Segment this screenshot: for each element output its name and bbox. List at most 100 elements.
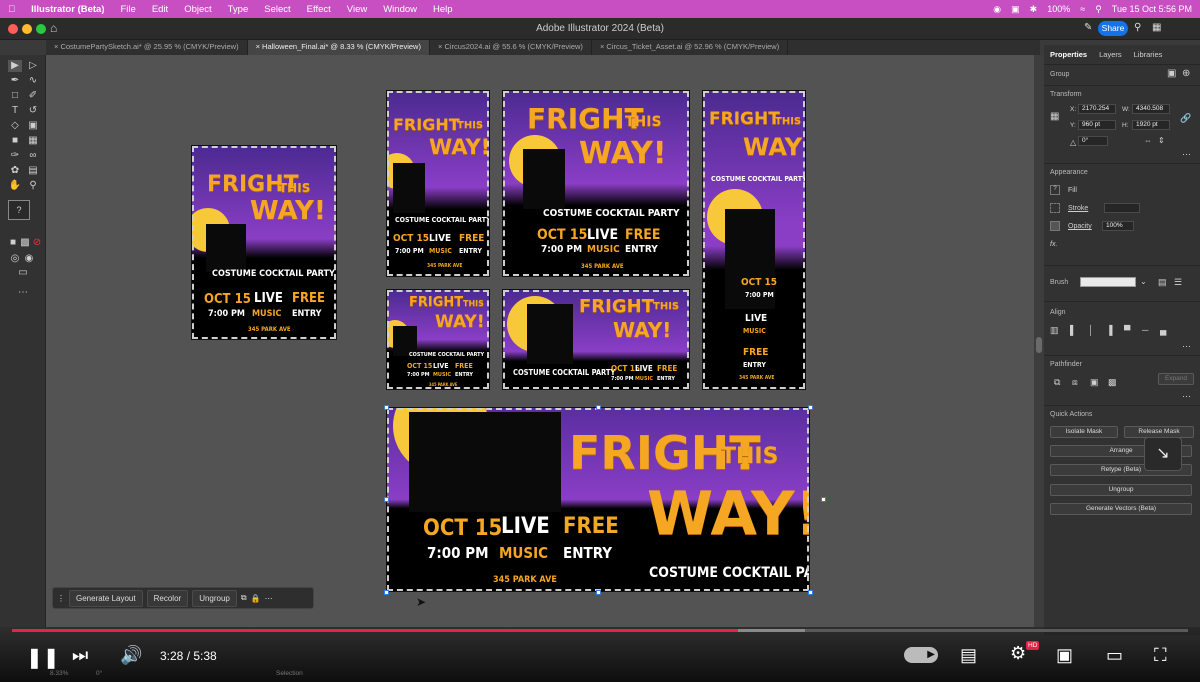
selection-tool-icon[interactable]: ▶ xyxy=(8,60,22,72)
rotation-level[interactable]: 0° xyxy=(96,670,102,677)
canvas[interactable]: FRIGHT THIS WAY! COSTUME COCKTAIL PARTY … xyxy=(46,55,1034,627)
tab-properties[interactable]: Properties xyxy=(1050,50,1087,59)
scale-tool-icon[interactable]: ▣ xyxy=(26,120,40,132)
artboard-tall[interactable]: FRIGHT THIS WAY! COSTUME COCKTAIL PARTY … xyxy=(702,90,806,390)
type-tool-icon[interactable]: T xyxy=(8,105,22,117)
more-tools-icon[interactable]: ⋯ xyxy=(16,287,30,299)
brush-dropdown-icon[interactable]: ⌄ xyxy=(1140,277,1147,286)
autoplay-toggle[interactable]: ▶ xyxy=(904,647,938,663)
volume-icon[interactable]: 🔊 xyxy=(120,645,142,666)
minus-front-icon[interactable]: ⧈ xyxy=(1072,377,1078,388)
video-progress-bar[interactable] xyxy=(12,629,1188,632)
menu-effect[interactable]: Effect xyxy=(299,4,339,15)
theater-mode-icon[interactable]: ▭ xyxy=(1106,645,1123,666)
selection-handle[interactable] xyxy=(596,405,601,410)
miniplayer-icon[interactable]: ▣ xyxy=(1056,645,1073,666)
apple-icon[interactable]:  xyxy=(0,4,23,15)
eyedropper-tool-icon[interactable]: ✑ xyxy=(8,150,22,162)
display-icon[interactable]: ▣ xyxy=(1011,4,1020,15)
draw-inside-icon[interactable]: ◉ xyxy=(22,253,36,265)
artboard-tool-icon[interactable]: ▤ xyxy=(26,165,40,177)
constrain-proportions-icon[interactable]: 🔗 xyxy=(1180,113,1191,124)
stroke-label[interactable]: Stroke xyxy=(1068,205,1088,212)
y-field[interactable]: 960 pt xyxy=(1078,120,1116,130)
menu-help[interactable]: Help xyxy=(425,4,461,15)
selection-handle[interactable] xyxy=(384,590,389,595)
fill-swatch-icon[interactable]: ? xyxy=(1050,185,1060,195)
artboard-banner[interactable]: FRIGHT THIS WAY! COSTUME COCKTAIL PARTY … xyxy=(386,407,810,592)
selection-handle[interactable] xyxy=(808,590,813,595)
menu-window[interactable]: Window xyxy=(375,4,425,15)
selection-handle[interactable] xyxy=(808,405,813,410)
ungroup-panel-button[interactable]: Ungroup xyxy=(1050,484,1192,496)
menu-edit[interactable]: Edit xyxy=(144,4,176,15)
search-icon[interactable]: ⚲ xyxy=(1134,22,1141,33)
align-top-icon[interactable]: ▀ xyxy=(1124,325,1130,335)
tab-costumepartysketch[interactable]: × CostumePartySketch.ai* @ 25.95 % (CMYK… xyxy=(46,40,248,55)
ungroup-button[interactable]: Ungroup xyxy=(192,589,237,607)
tab-layers[interactable]: Layers xyxy=(1099,50,1122,59)
more-options-icon[interactable]: ⋯ xyxy=(265,594,273,603)
screen-mode-icon[interactable]: ▭ xyxy=(16,267,30,279)
reference-point-icon[interactable]: ▦ xyxy=(1050,111,1059,122)
mesh-tool-icon[interactable]: ▦ xyxy=(26,135,40,147)
rotate-tool-icon[interactable]: ↺ xyxy=(26,105,40,117)
fx-button[interactable]: fx. xyxy=(1050,241,1057,248)
draw-mode-icon[interactable]: ◎ xyxy=(8,253,22,265)
intersect-icon[interactable]: ▣ xyxy=(1090,377,1099,388)
generate-vectors-button[interactable]: Generate Vectors (Beta) xyxy=(1050,503,1192,515)
align-left-icon[interactable]: ▌ xyxy=(1070,325,1076,335)
status-selection[interactable]: Selection xyxy=(276,670,303,677)
fill-stroke-icon[interactable]: ? xyxy=(8,200,30,220)
none-mode-icon[interactable]: ⊘ xyxy=(30,237,44,249)
hand-tool-icon[interactable]: ✋ xyxy=(8,180,22,192)
app-menu[interactable]: Illustrator (Beta) xyxy=(23,4,112,15)
align-middle-icon[interactable]: ─ xyxy=(1142,325,1148,335)
selection-handle[interactable] xyxy=(384,497,389,502)
rectangle-tool-icon[interactable]: □ xyxy=(8,90,22,102)
settings-icon[interactable]: ⚙ xyxy=(1010,643,1026,664)
zoom-level[interactable]: 8.33% xyxy=(50,670,68,677)
selection-handle[interactable] xyxy=(384,405,389,410)
flip-horizontal-icon[interactable]: ⇔ xyxy=(1144,136,1152,145)
selection-handle[interactable] xyxy=(596,590,601,595)
vertical-scrollbar[interactable] xyxy=(1034,55,1044,627)
x-field[interactable]: 2170.254 xyxy=(1078,104,1116,114)
duplicate-icon[interactable]: ⧉ xyxy=(241,593,247,603)
artboard-landscape-small[interactable]: FRIGHT THIS WAY! COSTUME COCKTAIL PARTY … xyxy=(386,289,490,390)
menu-type[interactable]: Type xyxy=(220,4,257,15)
width-field[interactable]: 4340.508 xyxy=(1132,104,1170,114)
fullscreen-icon[interactable]: ⛶ xyxy=(1154,645,1167,666)
transform-object-icon[interactable]: ▣ xyxy=(1167,68,1176,79)
transform-more-icon[interactable]: ⋯ xyxy=(1182,149,1191,160)
tab-libraries[interactable]: Libraries xyxy=(1134,50,1163,59)
target-icon[interactable]: ⊕ xyxy=(1182,68,1190,79)
exclude-icon[interactable]: ▩ xyxy=(1108,377,1117,388)
workspace-icon[interactable]: ▦ xyxy=(1152,22,1161,33)
eraser-tool-icon[interactable]: ◇ xyxy=(8,120,22,132)
curvature-tool-icon[interactable]: ∿ xyxy=(26,75,40,87)
lock-icon[interactable]: 🔒 xyxy=(251,594,261,603)
generate-layout-button[interactable]: Generate Layout xyxy=(69,589,143,607)
menu-object[interactable]: Object xyxy=(176,4,219,15)
align-right-icon[interactable]: ▐ xyxy=(1106,325,1112,335)
selection-handle[interactable] xyxy=(821,497,826,502)
artboard-landscape[interactable]: FRIGHT THIS WAY! COSTUME COCKTAIL PARTY … xyxy=(502,289,690,390)
stroke-weight-field[interactable] xyxy=(1104,203,1140,213)
tab-halloween-final[interactable]: × Halloween_Final.ai* @ 8.33 % (CMYK/Pre… xyxy=(247,40,430,55)
opacity-field[interactable]: 100% xyxy=(1102,221,1134,231)
picture-in-picture-icon[interactable]: ↘ xyxy=(1144,437,1182,471)
brush-options-icon[interactable]: ☰ xyxy=(1174,277,1182,288)
artboard-square[interactable]: FRIGHT THIS WAY! COSTUME COCKTAIL PARTY … xyxy=(502,90,690,277)
record-icon[interactable]: ◉ xyxy=(993,4,1001,15)
tab-circus-ticket-asset[interactable]: × Circus_Ticket_Asset.ai @ 52.96 % (CMYK… xyxy=(592,40,789,55)
menu-view[interactable]: View xyxy=(339,4,375,15)
share-button[interactable]: Share xyxy=(1098,21,1128,36)
symbol-tool-icon[interactable]: ✿ xyxy=(8,165,22,177)
rotation-field[interactable]: 0° xyxy=(1078,136,1108,146)
expand-button[interactable]: Expand xyxy=(1158,373,1194,385)
drag-handle-icon[interactable]: ⋮ xyxy=(57,594,65,603)
brush-preview[interactable] xyxy=(1080,277,1136,287)
pathfinder-more-icon[interactable]: ⋯ xyxy=(1182,391,1191,402)
artboard-story-small[interactable]: FRIGHT THIS WAY! COSTUME COCKTAIL PARTY … xyxy=(386,90,490,277)
